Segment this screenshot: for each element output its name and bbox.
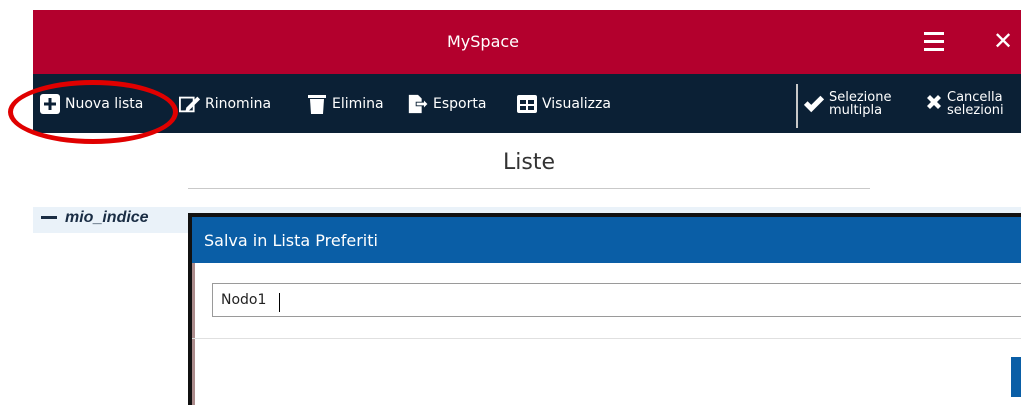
dialog-divider — [192, 338, 1021, 339]
delete-button[interactable]: Elimina — [306, 74, 384, 133]
edit-icon — [179, 96, 201, 112]
dialog-edge — [192, 263, 195, 405]
multi-select-button[interactable]: Selezione multipla — [803, 74, 892, 133]
x-icon — [927, 94, 941, 109]
toolbar: Nuova lista Rinomina Elimina Esporta Vis… — [33, 74, 1021, 133]
multi-select-label: Selezione multipla — [829, 89, 892, 118]
dialog-title: Salva in Lista Preferiti — [192, 217, 1021, 263]
app-title: MySpace — [446, 32, 520, 51]
rename-label: Rinomina — [205, 95, 272, 112]
toolbar-divider — [796, 84, 798, 128]
clear-selection-label: Cancella selezioni — [947, 89, 1004, 118]
highlight-annotation — [8, 80, 178, 144]
close-icon[interactable]: ✕ — [988, 26, 1018, 56]
delete-label: Elimina — [332, 95, 384, 112]
export-icon — [408, 94, 429, 113]
export-button[interactable]: Esporta — [407, 74, 486, 133]
rename-button[interactable]: Rinomina — [179, 74, 271, 133]
tree-node[interactable]: mio_indice — [41, 209, 149, 227]
grid-icon — [517, 94, 537, 113]
page-title: Liste — [188, 150, 870, 189]
double-check-icon — [803, 95, 825, 112]
tree-node-label: mio_indice — [65, 209, 149, 226]
export-label: Esporta — [433, 95, 487, 112]
list-name-input[interactable] — [212, 283, 1021, 317]
collapse-icon[interactable] — [41, 216, 57, 220]
hamburger-icon[interactable] — [924, 32, 948, 52]
dialog-confirm-button[interactable] — [1011, 357, 1021, 397]
view-label: Visualizza — [542, 95, 611, 112]
view-button[interactable]: Visualizza — [516, 74, 611, 133]
title-bar: MySpace ✕ — [33, 10, 1021, 74]
text-caret — [279, 293, 280, 312]
trash-icon — [308, 94, 326, 114]
clear-selection-button[interactable]: Cancella selezioni — [925, 74, 1004, 133]
save-favorites-dialog: Salva in Lista Preferiti — [188, 213, 1021, 405]
